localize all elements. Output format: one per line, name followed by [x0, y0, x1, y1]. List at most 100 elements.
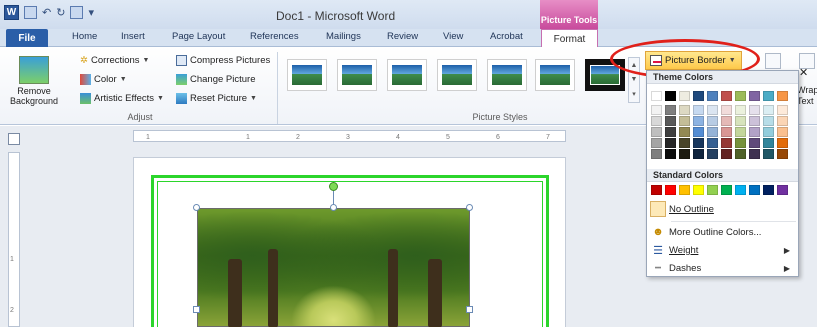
theme-shade-swatch[interactable]	[763, 149, 774, 159]
corrections-button[interactable]: ✲ Corrections ▼	[80, 55, 149, 66]
rotation-handle[interactable]	[329, 182, 338, 191]
theme-shade-swatch[interactable]	[763, 105, 774, 115]
theme-shade-swatch[interactable]	[707, 149, 718, 159]
tab-mailings[interactable]: Mailings	[326, 31, 361, 42]
resize-handle[interactable]	[466, 306, 473, 313]
theme-shade-swatch[interactable]	[707, 138, 718, 148]
customize-qat-icon[interactable]: ▾	[88, 6, 94, 19]
theme-color-swatch[interactable]	[763, 91, 774, 101]
theme-shade-swatch[interactable]	[735, 105, 746, 115]
theme-shade-swatch[interactable]	[651, 149, 662, 159]
artistic-effects-button[interactable]: Artistic Effects ▼	[80, 93, 164, 104]
theme-color-swatch[interactable]	[679, 91, 690, 101]
theme-shade-swatch[interactable]	[693, 116, 704, 126]
chevron-down-icon[interactable]: ▼	[631, 76, 638, 83]
wrap-text-icon[interactable]: ✕	[799, 66, 815, 80]
resize-handle[interactable]	[466, 204, 473, 211]
theme-shade-swatch[interactable]	[679, 116, 690, 126]
print-preview-icon[interactable]	[70, 6, 84, 19]
resize-handle[interactable]	[193, 204, 200, 211]
standard-color-swatch[interactable]	[749, 185, 760, 195]
theme-color-swatch[interactable]	[707, 91, 718, 101]
theme-shade-swatch[interactable]	[735, 138, 746, 148]
picture-style-thumb[interactable]	[287, 59, 327, 91]
theme-shade-swatch[interactable]	[777, 127, 788, 137]
standard-color-swatch[interactable]	[651, 185, 662, 195]
theme-color-swatch[interactable]	[735, 91, 746, 101]
tab-review[interactable]: Review	[387, 31, 418, 42]
theme-shade-swatch[interactable]	[777, 138, 788, 148]
theme-shade-swatch[interactable]	[721, 105, 732, 115]
theme-shade-swatch[interactable]	[651, 116, 662, 126]
undo-icon[interactable]: ↶	[42, 6, 51, 19]
theme-shade-swatch[interactable]	[707, 105, 718, 115]
standard-color-swatch[interactable]	[777, 185, 788, 195]
color-button[interactable]: Color ▼	[80, 74, 127, 85]
no-outline-item[interactable]: No Outline	[647, 199, 798, 219]
theme-shade-swatch[interactable]	[735, 127, 746, 137]
theme-shade-swatch[interactable]	[707, 127, 718, 137]
theme-color-swatch[interactable]	[777, 91, 788, 101]
theme-shade-swatch[interactable]	[749, 149, 760, 159]
picture-style-thumb[interactable]	[437, 59, 477, 91]
tab-references[interactable]: References	[250, 31, 299, 42]
gallery-scrollbar[interactable]: ▲ ▼ ▾	[628, 57, 640, 103]
resize-handle[interactable]	[330, 204, 337, 211]
theme-shade-swatch[interactable]	[693, 138, 704, 148]
theme-shade-swatch[interactable]	[707, 116, 718, 126]
change-picture-button[interactable]: Change Picture	[176, 74, 255, 85]
vertical-ruler[interactable]: 1 2	[8, 152, 20, 327]
theme-color-swatch[interactable]	[749, 91, 760, 101]
tab-page-layout[interactable]: Page Layout	[172, 31, 225, 42]
picture-style-thumb[interactable]	[387, 59, 427, 91]
standard-color-swatch[interactable]	[763, 185, 774, 195]
theme-shade-swatch[interactable]	[665, 149, 676, 159]
picture-style-thumb[interactable]	[535, 59, 575, 91]
theme-color-swatch[interactable]	[665, 91, 676, 101]
theme-shade-swatch[interactable]	[665, 105, 676, 115]
theme-shade-swatch[interactable]	[749, 127, 760, 137]
theme-color-swatch[interactable]	[721, 91, 732, 101]
theme-shade-swatch[interactable]	[679, 105, 690, 115]
reset-picture-button[interactable]: Reset Picture ▼	[176, 93, 257, 104]
compress-pictures-button[interactable]: Compress Pictures	[176, 55, 270, 66]
picture-style-thumb-selected[interactable]	[585, 59, 625, 91]
theme-shade-swatch[interactable]	[679, 138, 690, 148]
theme-shade-swatch[interactable]	[763, 127, 774, 137]
standard-color-swatch[interactable]	[721, 185, 732, 195]
tab-insert[interactable]: Insert	[121, 31, 145, 42]
tab-home[interactable]: Home	[72, 31, 97, 42]
standard-color-swatch[interactable]	[707, 185, 718, 195]
theme-shade-swatch[interactable]	[721, 138, 732, 148]
wrap-text-label[interactable]: Wrap Text	[797, 85, 817, 107]
remove-background-button[interactable]: Remove Background	[6, 56, 62, 106]
standard-color-swatch[interactable]	[665, 185, 676, 195]
theme-shade-swatch[interactable]	[651, 127, 662, 137]
theme-shade-swatch[interactable]	[693, 149, 704, 159]
picture-style-thumb[interactable]	[487, 59, 527, 91]
picture-style-thumb[interactable]	[337, 59, 377, 91]
tab-selector-button[interactable]	[8, 133, 20, 145]
theme-shade-swatch[interactable]	[651, 138, 662, 148]
chevron-up-icon[interactable]: ▲	[631, 62, 638, 69]
standard-color-swatch[interactable]	[679, 185, 690, 195]
standard-color-swatch[interactable]	[735, 185, 746, 195]
theme-shade-swatch[interactable]	[679, 127, 690, 137]
resize-handle[interactable]	[193, 306, 200, 313]
standard-color-swatch[interactable]	[693, 185, 704, 195]
tab-view[interactable]: View	[443, 31, 463, 42]
theme-color-swatch[interactable]	[693, 91, 704, 101]
theme-shade-swatch[interactable]	[777, 105, 788, 115]
theme-shade-swatch[interactable]	[721, 116, 732, 126]
theme-shade-swatch[interactable]	[763, 116, 774, 126]
tab-file[interactable]: File	[6, 29, 48, 47]
theme-shade-swatch[interactable]	[749, 116, 760, 126]
dashes-item[interactable]: ┅ Dashes ▶	[647, 258, 798, 278]
weight-item[interactable]: ☰ Weight ▶	[647, 240, 798, 260]
tree-avenue-photo[interactable]	[197, 208, 470, 327]
theme-shade-swatch[interactable]	[777, 149, 788, 159]
tab-acrobat[interactable]: Acrobat	[490, 31, 523, 42]
horizontal-ruler[interactable]: 1 1 2 3 4 5 6 7	[133, 130, 566, 142]
theme-shade-swatch[interactable]	[693, 105, 704, 115]
theme-shade-swatch[interactable]	[721, 149, 732, 159]
